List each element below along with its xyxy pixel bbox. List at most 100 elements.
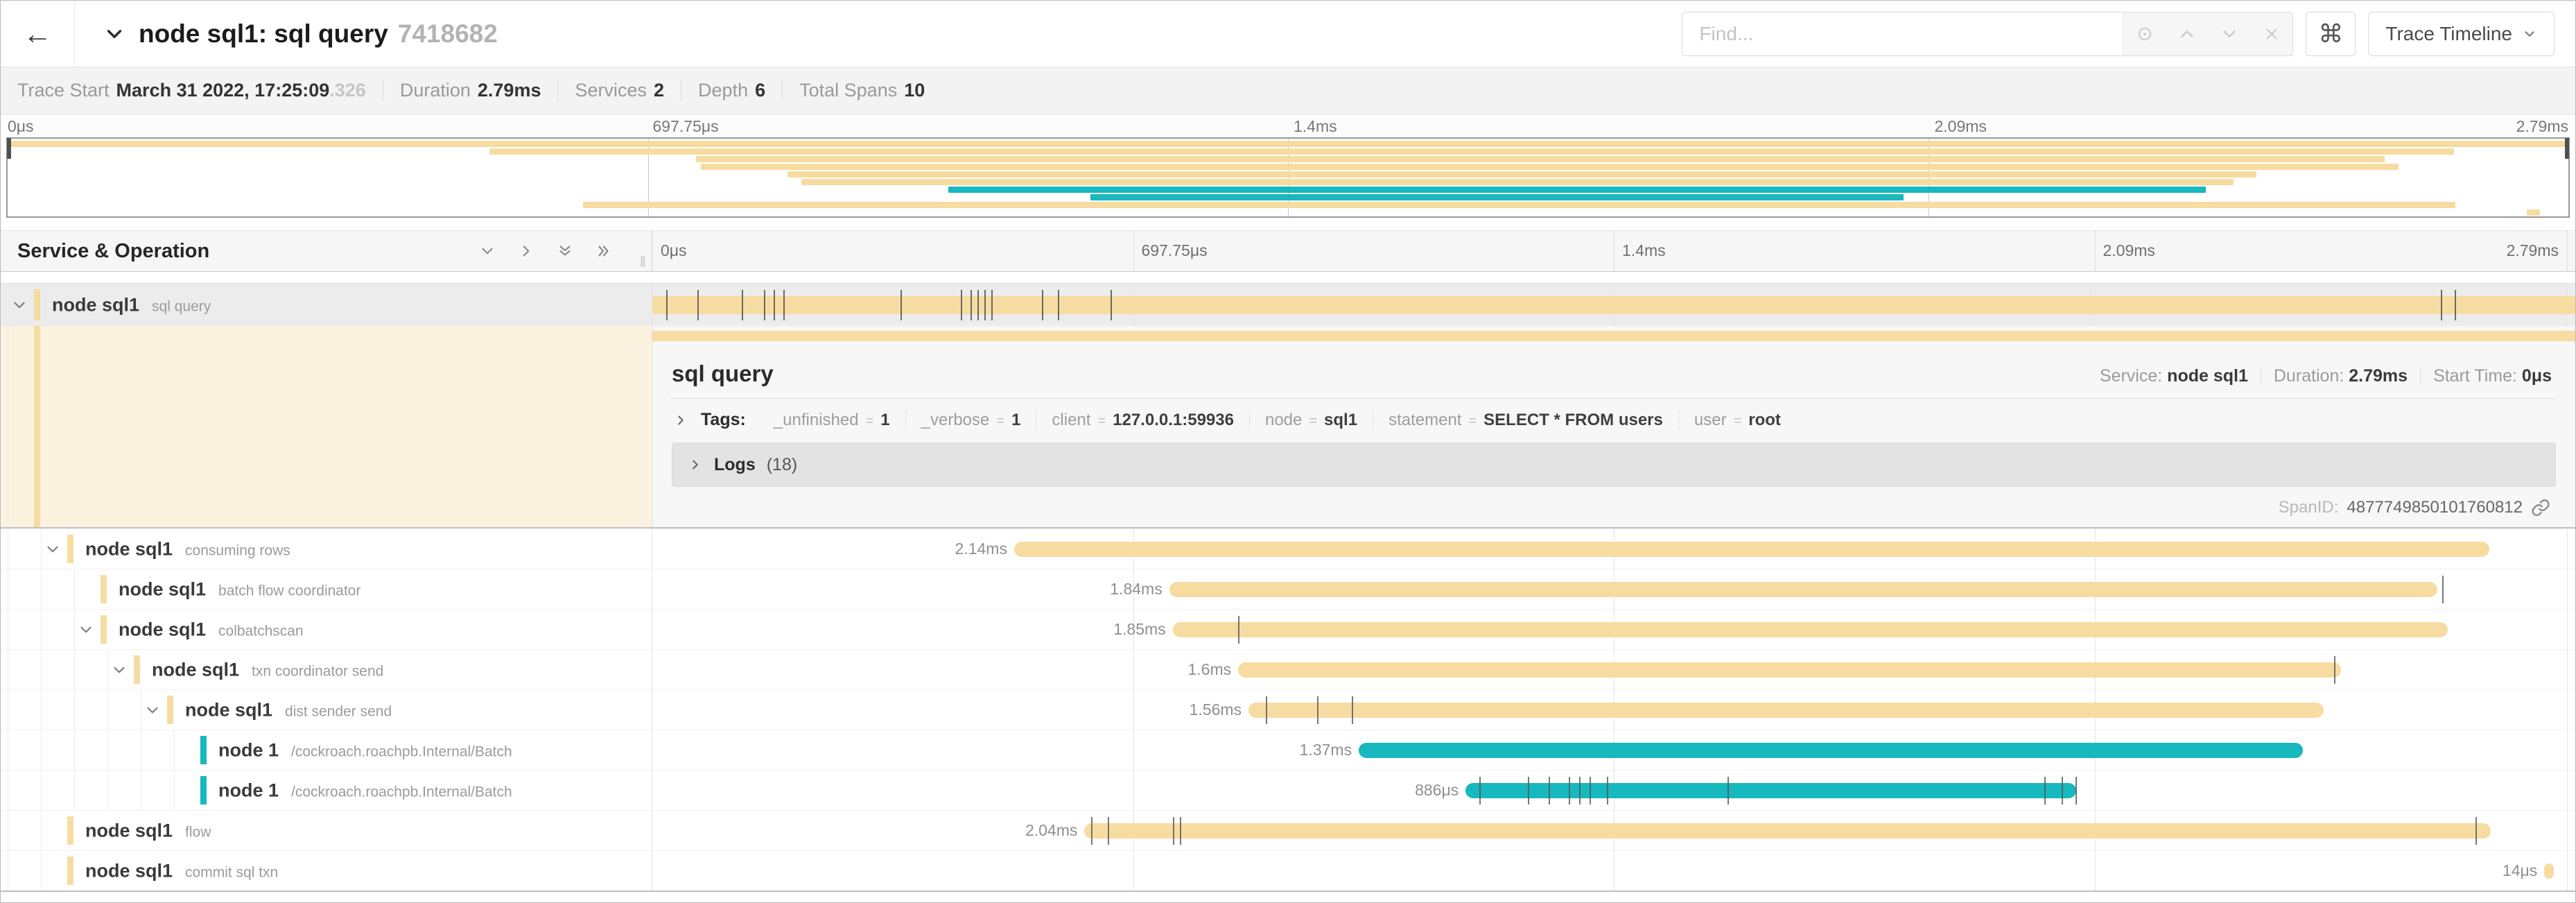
tree-row[interactable]: node 1/cockroach.roachpb.Internal/Batch [1,730,652,770]
minimap-right-handle[interactable] [2565,138,2569,159]
tree-row[interactable]: node sql1consuming rows [1,529,652,569]
tags-accordion[interactable]: Tags: _unfinished=1_verbose=1client=127.… [670,399,2557,440]
chevron-down-icon[interactable] [10,296,28,314]
chevron-down-icon[interactable] [478,242,496,260]
tree-row[interactable]: node 1/cockroach.roachpb.Internal/Batch [1,771,652,810]
service-name: node sql1 [52,294,139,316]
log-marker[interactable] [1091,817,1093,845]
log-marker[interactable] [697,290,699,320]
span-row[interactable]: node sql1sql query [1,283,2575,326]
find-input[interactable] [1682,12,2123,55]
log-marker[interactable] [1549,777,1550,805]
logs-accordion[interactable]: Logs (18) [672,442,2556,487]
span-row[interactable]: node sql1flow2.04ms [1,810,2575,850]
log-marker[interactable] [1108,817,1109,845]
span-bar[interactable] [1238,662,2341,678]
log-marker[interactable] [1728,777,1729,805]
log-marker[interactable] [1579,777,1581,805]
tree-row[interactable]: node sql1colbatchscan [1,610,652,649]
tree-row[interactable]: node sql1flow [1,811,652,850]
span-bar[interactable] [1173,622,2448,637]
span-detail-panel: sql query Service: node sql1 Duration: 2… [652,326,2575,527]
log-marker[interactable] [1238,616,1239,644]
span-bar[interactable] [1359,743,2303,758]
span-row[interactable]: node 1/cockroach.roachpb.Internal/Batch8… [1,770,2575,810]
log-marker[interactable] [1180,817,1181,845]
span-bar[interactable] [1014,542,2489,557]
span-row[interactable]: node sql1dist sender send1.56ms [1,689,2575,730]
log-marker[interactable] [1590,777,1591,805]
log-marker[interactable] [742,290,743,320]
log-marker[interactable] [774,290,775,320]
clear-find-icon[interactable] [2258,20,2286,48]
log-marker[interactable] [2441,290,2442,320]
span-row[interactable]: node sql1batch flow coordinator1.84ms [1,569,2575,609]
timeline-header-row: Service & Operation ‖ 0μs697.75μs1.4ms2.… [1,230,2575,272]
log-marker[interactable] [783,290,785,320]
minimap-canvas[interactable] [6,137,2570,218]
chevron-down-icon[interactable] [77,621,95,639]
log-marker[interactable] [2475,817,2477,845]
next-match-icon[interactable] [2216,20,2243,48]
log-marker[interactable] [1266,696,1267,724]
log-marker[interactable] [1607,777,1608,805]
chevron-right-icon[interactable] [517,242,535,260]
span-bar[interactable] [1248,703,2324,718]
detail-span-bar[interactable] [652,331,2575,341]
keyboard-shortcuts-button[interactable]: ⌘ [2306,12,2356,56]
log-marker[interactable] [2044,777,2046,805]
chevron-down-icon[interactable] [143,701,162,719]
log-marker[interactable] [2075,777,2077,805]
log-marker[interactable] [1173,817,1174,845]
tree-row[interactable]: node sql1batch flow coordinator [1,569,652,609]
chevron-down-icon[interactable] [44,540,62,558]
span-bar[interactable] [1169,582,2437,597]
log-marker[interactable] [1042,290,1043,320]
log-marker[interactable] [1058,290,1059,320]
span-color-strip [134,655,140,684]
log-marker[interactable] [1479,777,1481,805]
log-marker[interactable] [1352,696,1353,724]
prev-match-icon[interactable] [2173,20,2201,48]
span-bar[interactable] [2544,863,2554,879]
locate-icon[interactable] [2131,20,2159,48]
log-marker[interactable] [2442,576,2444,603]
log-marker[interactable] [991,290,993,320]
tree-row[interactable]: node sql1sql query [1,284,652,326]
tree-row[interactable]: node sql1dist sender send [1,690,652,730]
minimap-left-handle[interactable] [7,138,11,159]
log-marker[interactable] [1569,777,1570,805]
log-marker[interactable] [984,290,986,320]
log-marker[interactable] [961,290,962,320]
log-marker[interactable] [2334,656,2335,684]
span-bar[interactable] [1084,823,2490,839]
chevron-down-icon[interactable] [110,661,128,679]
column-resizer[interactable]: ‖ [640,253,646,271]
double-chevron-down-icon[interactable] [556,242,574,260]
log-marker[interactable] [2062,777,2063,805]
tree-row[interactable]: node sql1txn coordinator send [1,650,652,689]
span-row[interactable]: node 1/cockroach.roachpb.Internal/Batch1… [1,730,2575,770]
log-marker[interactable] [1528,777,1529,805]
span-row[interactable]: node sql1txn coordinator send1.6ms [1,649,2575,689]
trace-view-dropdown[interactable]: Trace Timeline [2368,12,2555,56]
double-chevron-right-icon[interactable] [595,242,613,260]
log-marker[interactable] [1111,290,1112,320]
link-icon[interactable] [2531,498,2550,517]
back-button[interactable]: ← [1,1,75,67]
span-row[interactable]: node sql1commit sql txn14μs [1,850,2575,891]
span-bar[interactable] [652,296,2575,314]
span-names: node sql1sql query [52,294,211,316]
span-row[interactable]: node sql1consuming rows2.14ms [1,528,2575,569]
log-marker[interactable] [2455,290,2456,320]
log-marker[interactable] [971,290,972,320]
log-marker[interactable] [977,290,979,320]
span-row[interactable]: node sql1colbatchscan1.85ms [1,609,2575,649]
log-marker[interactable] [666,290,668,320]
span-bar[interactable] [1465,783,2076,798]
chevron-down-icon[interactable] [103,22,126,46]
log-marker[interactable] [764,290,765,320]
log-marker[interactable] [1317,696,1319,724]
tree-row[interactable]: node sql1commit sql txn [1,851,652,891]
log-marker[interactable] [900,290,902,320]
